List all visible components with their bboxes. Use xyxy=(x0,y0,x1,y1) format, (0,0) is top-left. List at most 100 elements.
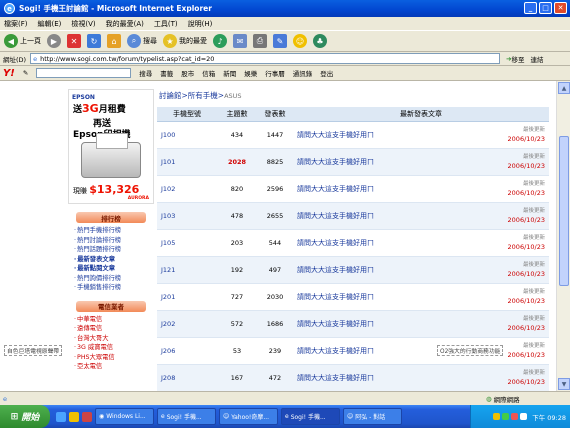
breadcrumb-current: ASUS xyxy=(224,92,242,100)
menu-view[interactable]: 檢視(V) xyxy=(71,19,95,29)
edit-icon[interactable]: ✎ xyxy=(273,34,287,48)
scroll-down-button[interactable]: ▼ xyxy=(558,378,570,390)
task-windows-live[interactable]: ◉ Windows Li... xyxy=(95,408,154,425)
window-title-bar[interactable]: e Sogi! 手機王討論館 - Microsoft Internet Expl… xyxy=(0,0,570,17)
minimize-button[interactable]: _ xyxy=(524,2,537,14)
yahoo-item-contacts[interactable]: 通訊錄 xyxy=(293,68,313,78)
discuss-icon[interactable]: ♣ xyxy=(313,34,327,48)
model-link[interactable]: J121 xyxy=(157,256,217,284)
model-link[interactable]: J202 xyxy=(157,310,217,338)
back-arrow-icon: ◀ xyxy=(4,34,18,48)
latest-post-link[interactable]: 請問大大這支手機好用ㄇ xyxy=(293,175,463,203)
rank-item[interactable]: 熱門討論排行榜 xyxy=(74,236,154,246)
latest-post-link[interactable]: 請問大大這支手機好用ㄇ xyxy=(293,121,463,149)
task-yahoo[interactable]: ☺ Yahoo!奇摩... xyxy=(219,408,278,425)
rank-item[interactable]: 手機銷售排行榜 xyxy=(74,283,154,293)
start-label: 開始 xyxy=(21,413,40,423)
vertical-scrollbar[interactable]: ▲ ▼ xyxy=(556,81,570,391)
rank-item[interactable]: 最新發表文章 xyxy=(74,255,154,265)
yahoo-item-news[interactable]: 新聞 xyxy=(223,68,236,78)
yahoo-item-bookmark[interactable]: 書籤 xyxy=(160,68,173,78)
rank-item[interactable]: 最新點閱文章 xyxy=(74,264,154,274)
close-button[interactable]: ✕ xyxy=(554,2,567,14)
tray-icon[interactable] xyxy=(502,413,510,420)
latest-post-link[interactable]: 請問大大這支手機好用ㄇ xyxy=(293,364,463,391)
last-update-date: 2006/10/23 xyxy=(507,188,545,197)
carrier-item[interactable]: 台灣大哥大 xyxy=(74,334,154,344)
task-sogi-1[interactable]: e Sogi! 手機... xyxy=(157,408,216,425)
home-icon[interactable]: ⌂ xyxy=(107,34,121,48)
marquee-right[interactable]: O2強大的行動商務功能 xyxy=(437,345,504,356)
rank-item[interactable]: 熱門手機排行榜 xyxy=(74,226,154,236)
msn-quicklaunch-icon[interactable] xyxy=(69,411,79,422)
table-row: J105 203 544 請問大大這支手機好用ㄇ 最後更新 2006/10/23 xyxy=(157,229,549,257)
yahoo-logo[interactable]: Y! xyxy=(3,68,15,79)
marquee-left[interactable]: 自色巨塔電視原聲帶 xyxy=(4,345,63,356)
yahoo-item-ent[interactable]: 娛樂 xyxy=(244,68,257,78)
scroll-thumb[interactable] xyxy=(559,136,569,286)
back-button[interactable]: ◀ 上一頁 xyxy=(4,34,41,48)
menu-favorites[interactable]: 我的最愛(A) xyxy=(106,19,144,29)
yahoo-search-button[interactable]: 搜尋 xyxy=(139,68,152,78)
model-link[interactable]: J208 xyxy=(157,364,217,391)
media-icon[interactable]: ♪ xyxy=(213,34,227,48)
yahoo-search-input[interactable] xyxy=(36,68,132,78)
post-count: 2596 xyxy=(257,175,293,203)
yahoo-item-logout[interactable]: 登出 xyxy=(320,68,333,78)
latest-post-link[interactable]: 請問大大這支手機好用ㄇ xyxy=(293,148,463,176)
menu-tools[interactable]: 工具(T) xyxy=(154,19,178,29)
rank-item[interactable]: 熱門話題排行榜 xyxy=(74,245,154,255)
tray-icon[interactable] xyxy=(511,413,519,420)
model-link[interactable]: J102 xyxy=(157,175,217,203)
carrier-item[interactable]: 亞太電信 xyxy=(74,362,154,372)
tray-icon[interactable] xyxy=(493,413,501,420)
latest-post-link[interactable]: 請問大大這支手機好用ㄇ xyxy=(293,229,463,257)
maximize-button[interactable]: □ xyxy=(539,2,552,14)
ie-quicklaunch-icon[interactable] xyxy=(56,411,66,422)
media-quicklaunch-icon[interactable] xyxy=(82,411,92,422)
marquee-bar: 自色巨塔電視原聲帶 O2強大的行動商務功能 xyxy=(0,345,556,356)
start-button[interactable]: ⊞ 開始 xyxy=(0,405,50,428)
yahoo-item-calendar[interactable]: 行事曆 xyxy=(265,68,285,78)
zone-label: 網際網路 xyxy=(493,395,520,404)
forward-button[interactable]: ▶ xyxy=(47,34,61,48)
task-chat[interactable]: ☺ 阿弘 - 對話 xyxy=(343,408,402,425)
print-icon[interactable]: ⎙ xyxy=(253,34,267,48)
pencil-icon[interactable]: ✎ xyxy=(23,69,28,77)
carrier-item[interactable]: 遠傳電信 xyxy=(74,324,154,334)
clock[interactable]: 下午 09:28 xyxy=(532,412,566,422)
favorites-button[interactable]: ★ 我的最愛 xyxy=(163,34,207,48)
latest-post-link[interactable]: 請問大大這支手機好用ㄇ xyxy=(293,256,463,284)
stop-icon[interactable]: ✕ xyxy=(67,34,81,48)
messenger-icon[interactable]: ☺ xyxy=(293,34,307,48)
breadcrumb-cat[interactable]: 所有手機 xyxy=(188,91,218,100)
latest-post-link[interactable]: 請問大大這支手機好用ㄇ xyxy=(293,202,463,230)
carrier-item[interactable]: 中華電信 xyxy=(74,315,154,325)
yahoo-item-mail[interactable]: 信箱 xyxy=(202,68,215,78)
tray-icon[interactable] xyxy=(520,413,528,420)
links-label[interactable]: 連結 xyxy=(531,54,544,64)
model-link[interactable]: J100 xyxy=(157,121,217,149)
breadcrumb-root[interactable]: 討論館 xyxy=(159,91,182,100)
refresh-icon[interactable]: ↻ xyxy=(87,34,101,48)
epson-ad-banner[interactable]: EPSON 送3G月租費 再送 Epson印相機 現賺 $13,326 AURO… xyxy=(68,89,154,204)
task-sogi-2[interactable]: e Sogi! 手機... xyxy=(281,408,340,425)
latest-post-link[interactable]: 請問大大這支手機好用ㄇ xyxy=(293,310,463,338)
model-link[interactable]: J101 xyxy=(157,148,217,176)
latest-post-link[interactable]: 請問大大這支手機好用ㄇ xyxy=(293,283,463,311)
menu-help[interactable]: 說明(H) xyxy=(188,19,213,29)
model-link[interactable]: J201 xyxy=(157,283,217,311)
model-link[interactable]: J103 xyxy=(157,202,217,230)
rank-item[interactable]: 熱門詢價排行榜 xyxy=(74,274,154,284)
mail-icon[interactable]: ✉ xyxy=(233,34,247,48)
yahoo-item-stock[interactable]: 股市 xyxy=(181,68,194,78)
task-icon: ◉ xyxy=(99,413,105,420)
scroll-up-button[interactable]: ▲ xyxy=(558,82,570,94)
model-link[interactable]: J105 xyxy=(157,229,217,257)
search-button[interactable]: ⌕ 搜尋 xyxy=(127,34,157,48)
go-button[interactable]: 移至 xyxy=(512,54,525,64)
back-label: 上一頁 xyxy=(20,37,41,45)
address-input[interactable]: e http://www.sogi.com.tw/forum/typelist.… xyxy=(30,53,501,64)
menu-file[interactable]: 檔案(F) xyxy=(4,19,28,29)
menu-edit[interactable]: 編輯(E) xyxy=(38,19,62,29)
